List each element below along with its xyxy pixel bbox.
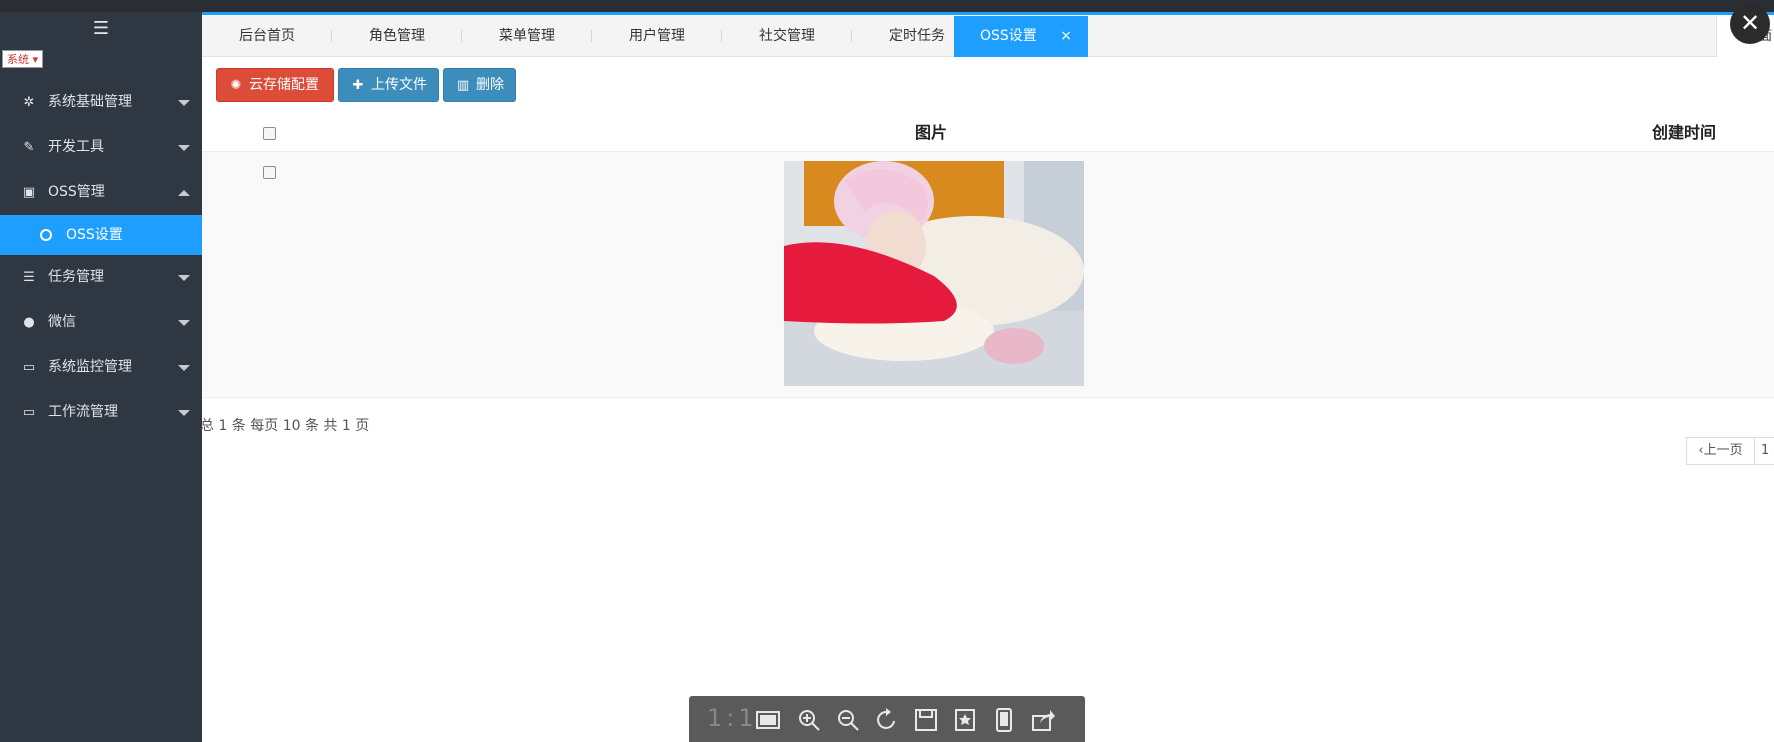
- prev-page-button[interactable]: ‹上一页: [1687, 438, 1755, 464]
- pagination: ‹上一页 1: [1686, 437, 1774, 465]
- fit-screen-icon[interactable]: [755, 707, 781, 733]
- bookmark-icon[interactable]: [952, 707, 978, 733]
- close-icon[interactable]: ×: [1060, 16, 1072, 57]
- cogs-icon: ✲: [23, 95, 35, 110]
- tablet-icon[interactable]: [991, 707, 1017, 733]
- sidebar-subitem-oss-settings[interactable]: OSS设置: [0, 215, 202, 255]
- close-viewer-button[interactable]: ✕: [1730, 4, 1770, 44]
- save-icon[interactable]: [913, 707, 939, 733]
- desktop-icon: ▭: [22, 405, 36, 420]
- top-bar: [0, 0, 1774, 15]
- tab-users[interactable]: 用户管理: [592, 16, 722, 57]
- sidebar-item-monitor[interactable]: ▭ 系统监控管理: [0, 345, 202, 390]
- sidebar: ☰ 系统 ▾ ✲ 系统基础管理 ✎ 开发工具 ▣ OSS管理 OSS设置 ☰ 任…: [0, 12, 202, 742]
- gear-icon: ✺: [230, 78, 242, 93]
- chevron-down-icon: [178, 100, 190, 106]
- wechat-icon: ●: [23, 315, 35, 330]
- tab-label: 定时任务: [889, 28, 945, 44]
- upload-button[interactable]: ✚ 上传文件: [338, 68, 439, 102]
- tab-label: 后台首页: [239, 28, 295, 44]
- table-row: [202, 152, 1774, 398]
- sidebar-item-system-basic[interactable]: ✲ 系统基础管理: [0, 80, 202, 125]
- chevron-down-icon: [178, 365, 190, 371]
- photo-illustration: [784, 161, 1084, 386]
- delete-label: 删除: [476, 77, 504, 93]
- row-checkbox[interactable]: [263, 166, 276, 179]
- pagination-summary: 总 1 条 每页 10 条 共 1 页: [200, 418, 370, 434]
- tasks-icon: ☰: [23, 270, 35, 285]
- tab-menus[interactable]: 菜单管理: [462, 16, 592, 57]
- tab-home[interactable]: 后台首页: [202, 16, 332, 57]
- tab-label: 社交管理: [759, 28, 815, 44]
- column-header-created: 创建时间: [1652, 123, 1717, 142]
- tab-label: 用户管理: [629, 28, 685, 44]
- sidebar-item-wechat[interactable]: ● 微信: [0, 300, 202, 345]
- page-number-button[interactable]: 1: [1755, 438, 1769, 464]
- cloud-config-button[interactable]: ✺ 云存储配置: [216, 68, 334, 102]
- plus-icon: ✚: [352, 78, 364, 93]
- delete-button[interactable]: ▥ 删除: [443, 68, 516, 102]
- wrench-icon: ✎: [23, 140, 35, 155]
- sidebar-item-dev-tools[interactable]: ✎ 开发工具: [0, 125, 202, 170]
- tab-label: 角色管理: [369, 28, 425, 44]
- chevron-up-icon: [178, 190, 190, 196]
- uploaded-image[interactable]: [784, 161, 1084, 386]
- tab-roles[interactable]: 角色管理: [332, 16, 462, 57]
- prev-page-label: 上一页: [1703, 443, 1743, 458]
- chevron-down-icon: [178, 145, 190, 151]
- actual-size-button[interactable]: 1:1: [707, 704, 758, 732]
- tab-oss-settings[interactable]: OSS设置 ×: [954, 16, 1088, 57]
- sidebar-item-workflow[interactable]: ▭ 工作流管理: [0, 390, 202, 435]
- system-select-label: 系统: [7, 53, 29, 66]
- sidebar-item-tasks[interactable]: ☰ 任务管理: [0, 255, 202, 300]
- tab-accent-line: [202, 12, 1774, 15]
- sidebar-item-label: 微信: [48, 314, 76, 330]
- table-header: 图片 创建时间: [202, 113, 1774, 152]
- sidebar-item-label: OSS管理: [48, 184, 105, 200]
- chevron-down-icon: [178, 275, 190, 281]
- upload-label: 上传文件: [371, 77, 427, 93]
- zoom-in-icon[interactable]: [796, 707, 822, 733]
- cloud-config-label: 云存储配置: [249, 77, 319, 93]
- chevron-down-icon: [178, 410, 190, 416]
- share-icon[interactable]: [1030, 707, 1056, 733]
- hamburger-icon[interactable]: ☰: [0, 12, 202, 46]
- circle-icon: [40, 229, 52, 241]
- sidebar-item-label: 工作流管理: [48, 404, 118, 420]
- image-viewer-toolbar: 1:1: [689, 696, 1085, 742]
- chevron-down-icon: [178, 320, 190, 326]
- sidebar-item-label: 开发工具: [48, 139, 104, 155]
- sidebar-item-label: 系统基础管理: [48, 94, 132, 110]
- tab-bar: 后台首页 角色管理 菜单管理 用户管理 社交管理 定时任务 OSS设置× 页面: [202, 16, 1774, 57]
- sidebar-item-oss[interactable]: ▣ OSS管理: [0, 170, 202, 215]
- tab-label: OSS设置: [980, 28, 1037, 44]
- tab-social[interactable]: 社交管理: [722, 16, 852, 57]
- close-icon: ✕: [1739, 9, 1761, 37]
- desktop-icon: ▭: [22, 360, 36, 375]
- column-header-image: 图片: [915, 123, 948, 142]
- sidebar-item-label: 任务管理: [48, 269, 104, 285]
- select-all-checkbox[interactable]: [263, 127, 276, 140]
- sidebar-subitem-label: OSS设置: [66, 227, 123, 243]
- file-image-icon: ▣: [22, 185, 36, 200]
- zoom-out-icon[interactable]: [835, 707, 861, 733]
- system-select[interactable]: 系统 ▾: [2, 50, 44, 68]
- sidebar-item-label: 系统监控管理: [48, 359, 132, 375]
- rotate-icon[interactable]: [874, 707, 900, 733]
- sidebar-menu: ✲ 系统基础管理 ✎ 开发工具 ▣ OSS管理 OSS设置 ☰ 任务管理 ● 微…: [0, 80, 202, 435]
- tab-label: 菜单管理: [499, 28, 555, 44]
- oss-table: 图片 创建时间: [202, 113, 1774, 398]
- trash-icon: ▥: [456, 78, 470, 93]
